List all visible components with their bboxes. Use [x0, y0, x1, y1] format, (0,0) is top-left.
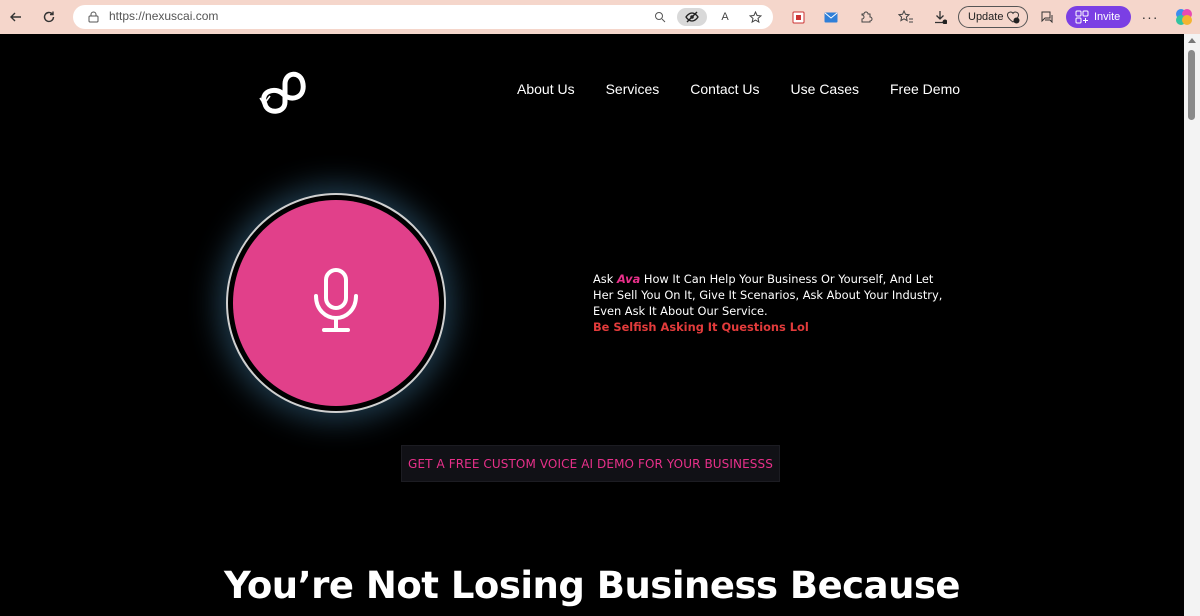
hero-tagline: Be Selfish Asking It Questions Lol: [593, 320, 809, 334]
read-aloud-icon[interactable]: A: [716, 8, 734, 26]
address-bar[interactable]: https://nexuscai.com A: [73, 5, 773, 29]
favorite-icon[interactable]: [746, 8, 764, 26]
refresh-icon[interactable]: [37, 5, 61, 29]
invite-people-icon: [1075, 10, 1089, 27]
section-headline: You’re Not Losing Business Because: [223, 564, 961, 607]
free-demo-cta-button[interactable]: GET A FREE CUSTOM VOICE AI DEMO FOR YOUR…: [401, 445, 780, 482]
lock-icon[interactable]: [84, 8, 102, 26]
main-nav: About Us Services Contact Us Use Cases F…: [500, 81, 974, 97]
mic-button[interactable]: [233, 200, 439, 406]
site-logo[interactable]: [255, 62, 311, 118]
update-label: Update: [968, 11, 1004, 23]
hero-description: Ask Ava How It Can Help Your Business Or…: [593, 271, 953, 335]
nav-about-us[interactable]: About Us: [517, 81, 575, 97]
nav-services[interactable]: Services: [606, 81, 660, 97]
tracking-prevention-icon[interactable]: [677, 8, 707, 26]
extension-icon[interactable]: [786, 5, 810, 29]
more-icon[interactable]: ···: [1138, 5, 1162, 29]
nav-free-demo[interactable]: Free Demo: [890, 81, 960, 97]
puzzle-icon[interactable]: [854, 5, 878, 29]
update-button[interactable]: Update: [958, 6, 1028, 28]
page-viewport: About Us Services Contact Us Use Cases F…: [0, 34, 1184, 616]
scroll-up-icon[interactable]: [1188, 38, 1196, 43]
chat-icon[interactable]: [1035, 5, 1059, 29]
hero-text-prefix: Ask: [593, 272, 617, 286]
microphone-icon: [312, 267, 360, 339]
hero-text-body: How It Can Help Your Business Or Yoursel…: [593, 272, 943, 318]
invite-label: Invite: [1094, 11, 1121, 23]
update-badge-icon: [1006, 10, 1020, 27]
assistant-name: Ava: [616, 272, 641, 286]
nav-contact-us[interactable]: Contact Us: [690, 81, 759, 97]
back-icon[interactable]: [4, 5, 28, 29]
zoom-icon[interactable]: [651, 8, 669, 26]
page-scrollbar[interactable]: [1184, 34, 1200, 616]
mail-icon[interactable]: [819, 5, 843, 29]
download-icon[interactable]: [928, 5, 952, 29]
browser-toolbar: https://nexuscai.com A Update Invite ···: [0, 0, 1200, 34]
nav-use-cases[interactable]: Use Cases: [791, 81, 859, 97]
invite-button[interactable]: Invite: [1066, 6, 1131, 28]
voice-widget[interactable]: [226, 193, 446, 413]
url-text[interactable]: https://nexuscai.com: [109, 9, 218, 23]
favorites-bar-icon[interactable]: [893, 5, 917, 29]
copilot-icon[interactable]: [1172, 5, 1196, 29]
scrollbar-thumb[interactable]: [1188, 50, 1195, 120]
